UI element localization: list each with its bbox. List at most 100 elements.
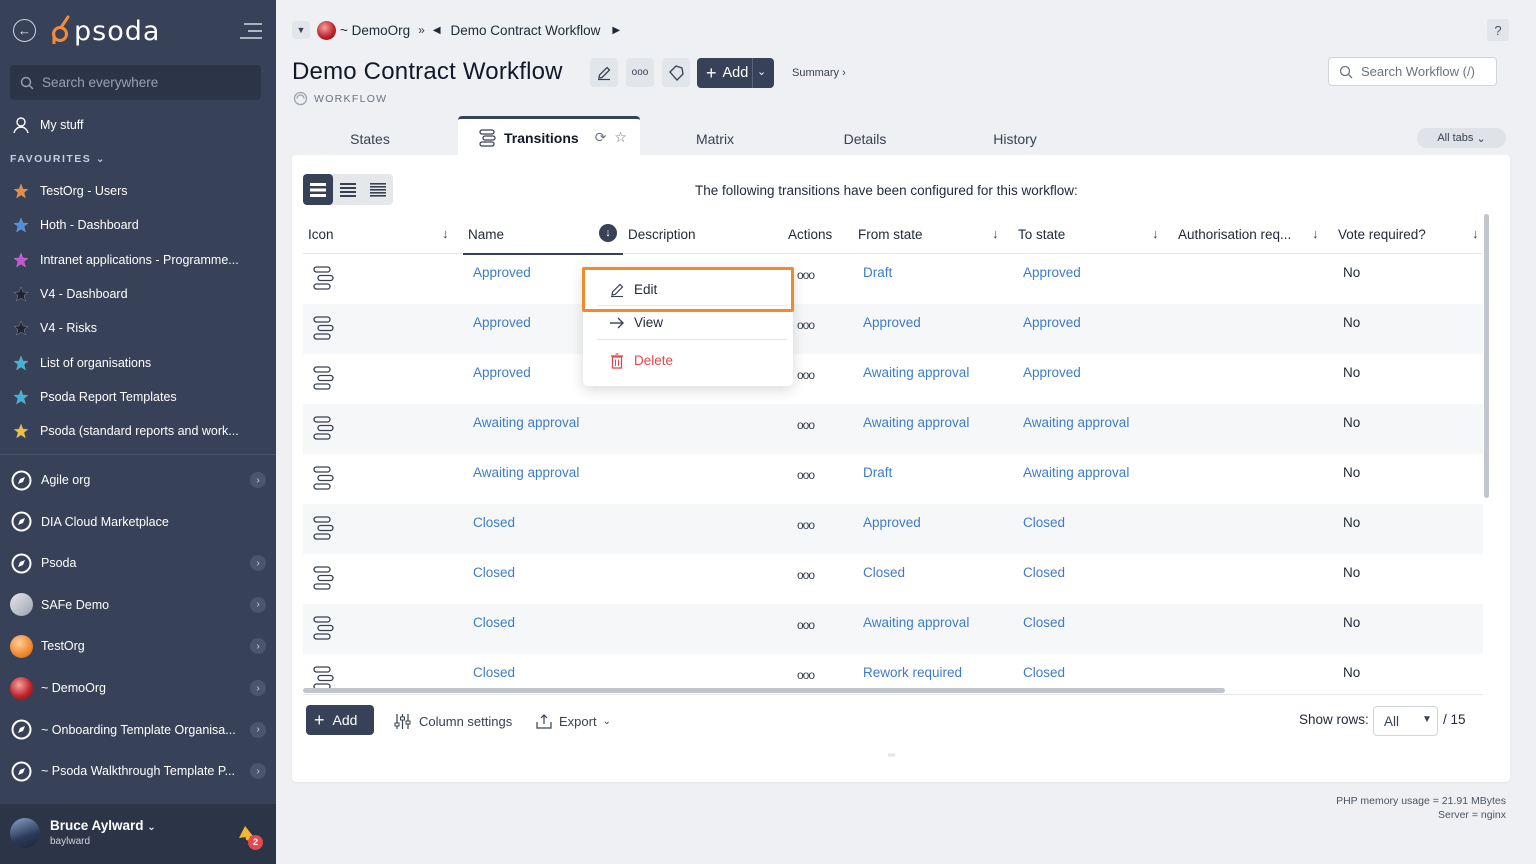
- resize-grip-icon[interactable]: ═: [888, 750, 895, 761]
- sort-icon[interactable]: ↓: [1472, 226, 1479, 241]
- transition-name-link[interactable]: Closed: [473, 565, 515, 580]
- sidebar-favourite-item[interactable]: TestOrg - Users: [0, 176, 276, 206]
- column-header-vote-required[interactable]: Vote required?: [1338, 227, 1426, 242]
- sidebar-org-item[interactable]: TestOrg ›: [0, 629, 276, 663]
- breadcrumb-current[interactable]: Demo Contract Workflow: [451, 23, 601, 38]
- to-state-link[interactable]: Awaiting approval: [1023, 465, 1129, 480]
- from-state-link[interactable]: Awaiting approval: [863, 415, 969, 430]
- chevron-right-icon[interactable]: ›: [250, 596, 266, 613]
- table-row[interactable]: Closed ooo Approved Closed No: [303, 504, 1483, 554]
- chevron-right-icon[interactable]: ›: [250, 721, 266, 738]
- breadcrumb-prev-icon[interactable]: ◀: [433, 25, 441, 36]
- from-state-link[interactable]: Rework required: [863, 665, 962, 680]
- row-actions-button[interactable]: ooo: [797, 368, 815, 382]
- from-state-link[interactable]: Awaiting approval: [863, 365, 969, 380]
- from-state-link[interactable]: Draft: [863, 265, 892, 280]
- avatar[interactable]: [10, 818, 40, 848]
- sidebar-favourite-item[interactable]: List of organisations: [0, 348, 276, 378]
- to-state-link[interactable]: Approved: [1023, 265, 1081, 280]
- row-actions-button[interactable]: ooo: [797, 468, 815, 482]
- sidebar-search-input[interactable]: Search everywhere: [10, 65, 261, 100]
- summary-link[interactable]: Summary ›: [792, 67, 846, 79]
- add-button[interactable]: + Add ⌄: [697, 58, 774, 88]
- user-name[interactable]: Bruce Aylward ⌄: [50, 818, 156, 833]
- tag-button[interactable]: [662, 58, 690, 87]
- user-panel[interactable]: Bruce Aylward ⌄ baylward 2: [0, 804, 276, 864]
- row-actions-button[interactable]: ooo: [797, 268, 815, 282]
- column-header-from-state[interactable]: From state: [858, 227, 923, 242]
- show-rows-select[interactable]: All ▼: [1373, 706, 1438, 736]
- list-view-small-button[interactable]: [363, 174, 393, 205]
- add-transition-button[interactable]: + Add: [306, 705, 374, 735]
- to-state-link[interactable]: Approved: [1023, 365, 1081, 380]
- chevron-down-icon[interactable]: ⌄: [757, 65, 766, 78]
- horizontal-scrollbar[interactable]: [303, 688, 1225, 693]
- column-header-actions[interactable]: Actions: [788, 227, 832, 242]
- star-icon[interactable]: ☆: [614, 129, 627, 146]
- table-row[interactable]: Approved ooo Awaiting approval Approved No: [303, 354, 1483, 404]
- sort-active-icon[interactable]: ↓: [599, 224, 617, 242]
- sidebar-org-item[interactable]: ~ Onboarding Template Organisa... ›: [0, 713, 276, 747]
- chevron-right-icon[interactable]: ›: [250, 638, 266, 655]
- column-header-authorisation[interactable]: Authorisation req...: [1178, 227, 1291, 242]
- tab-transitions[interactable]: Transitions ⟳ ☆: [458, 116, 640, 156]
- table-row[interactable]: Awaiting approval ooo Awaiting approval Awa…: [303, 404, 1483, 454]
- table-row[interactable]: Approved ooo Draft Approved No: [303, 254, 1483, 304]
- sort-icon[interactable]: ↓: [442, 226, 449, 241]
- edit-title-button[interactable]: [590, 58, 618, 87]
- sort-icon[interactable]: ↓: [992, 226, 999, 241]
- to-state-link[interactable]: Closed: [1023, 565, 1065, 580]
- tab-history[interactable]: History: [975, 122, 1055, 155]
- row-actions-button[interactable]: ooo: [797, 668, 815, 682]
- sidebar-favourite-item[interactable]: Hoth - Dashboard: [0, 210, 276, 240]
- psoda-logo[interactable]: psoda: [50, 14, 160, 48]
- sidebar-org-item[interactable]: Psoda ›: [0, 546, 276, 580]
- from-state-link[interactable]: Awaiting approval: [863, 615, 969, 630]
- all-tabs-button[interactable]: All tabs ⌄: [1417, 128, 1506, 148]
- column-settings-button[interactable]: Column settings: [394, 713, 512, 730]
- help-button[interactable]: ?: [1487, 19, 1509, 41]
- tab-details[interactable]: Details: [825, 122, 905, 155]
- to-state-link[interactable]: Closed: [1023, 615, 1065, 630]
- transition-name-link[interactable]: Approved: [473, 365, 531, 380]
- menu-item-delete[interactable]: Delete: [583, 344, 793, 377]
- row-actions-button[interactable]: ooo: [797, 418, 815, 432]
- sidebar-org-item[interactable]: SAFe Demo ›: [0, 588, 276, 622]
- chevron-right-icon[interactable]: ›: [250, 763, 266, 780]
- table-row[interactable]: Approved ooo Approved Approved No: [303, 304, 1483, 354]
- transition-name-link[interactable]: Awaiting approval: [473, 415, 579, 430]
- export-button[interactable]: Export ⌄: [536, 713, 611, 729]
- sidebar-item-my-stuff[interactable]: My stuff: [0, 110, 276, 140]
- sort-icon[interactable]: ↓: [1152, 226, 1159, 241]
- from-state-link[interactable]: Approved: [863, 515, 921, 530]
- column-header-description[interactable]: Description: [628, 227, 696, 242]
- more-actions-button[interactable]: ooo: [626, 58, 654, 87]
- menu-item-view[interactable]: View: [583, 306, 793, 339]
- chevron-right-icon[interactable]: ›: [250, 555, 266, 572]
- tab-matrix[interactable]: Matrix: [675, 122, 755, 155]
- table-row[interactable]: Awaiting approval ooo Draft Awaiting approv…: [303, 454, 1483, 504]
- sidebar-org-item[interactable]: Agile org ›: [0, 463, 276, 497]
- row-actions-button[interactable]: ooo: [797, 618, 815, 632]
- collapse-menu-icon[interactable]: [238, 22, 264, 43]
- sidebar-org-item[interactable]: ~ DemoOrg ›: [0, 671, 276, 705]
- refresh-icon[interactable]: ⟳: [595, 129, 607, 146]
- breadcrumb-dropdown-button[interactable]: ▼: [292, 21, 310, 39]
- table-row[interactable]: Closed ooo Closed Closed No: [303, 554, 1483, 604]
- column-header-icon[interactable]: Icon: [308, 227, 334, 242]
- sidebar-favourite-item[interactable]: Psoda Report Templates: [0, 382, 276, 412]
- sidebar-favourite-item[interactable]: V4 - Dashboard: [0, 279, 276, 309]
- tab-states[interactable]: States: [330, 122, 410, 155]
- transition-name-link[interactable]: Closed: [473, 665, 515, 680]
- to-state-link[interactable]: Closed: [1023, 665, 1065, 680]
- sort-icon[interactable]: ↓: [1312, 226, 1319, 241]
- chevron-right-icon[interactable]: ›: [250, 472, 266, 488]
- to-state-link[interactable]: Approved: [1023, 315, 1081, 330]
- sidebar-org-item[interactable]: DIA Cloud Marketplace: [0, 505, 276, 539]
- breadcrumb-org-link[interactable]: ~ DemoOrg: [340, 23, 410, 38]
- column-header-name[interactable]: Name: [468, 227, 504, 242]
- vertical-scrollbar[interactable]: [1484, 214, 1489, 498]
- from-state-link[interactable]: Approved: [863, 315, 921, 330]
- back-icon[interactable]: ←: [13, 19, 36, 42]
- row-actions-button[interactable]: ooo: [797, 568, 815, 582]
